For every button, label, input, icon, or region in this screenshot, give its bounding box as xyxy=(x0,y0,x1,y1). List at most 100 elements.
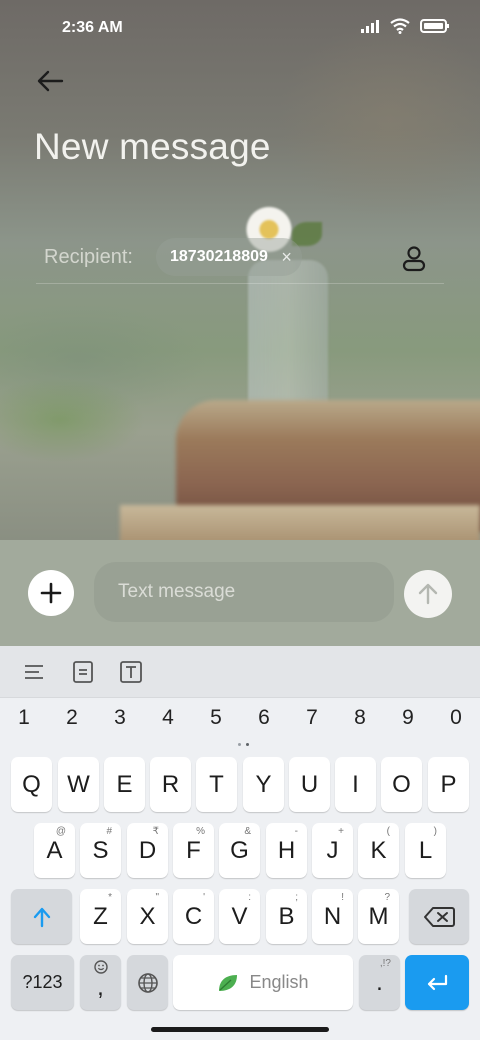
key-a[interactable]: @ A xyxy=(34,823,75,878)
key-h[interactable]: -H xyxy=(266,823,307,878)
key-m[interactable]: ? M xyxy=(358,889,399,944)
period-key-hint: ,!? xyxy=(379,958,391,969)
contact-picker-button[interactable] xyxy=(400,244,428,272)
key-x[interactable]: " X xyxy=(127,889,168,944)
text-box-icon xyxy=(120,661,142,683)
key-7[interactable]: 7 xyxy=(288,706,336,730)
key-z-label: Z xyxy=(93,902,108,930)
menu-lines-button[interactable] xyxy=(22,660,46,684)
add-attachment-button[interactable] xyxy=(28,570,74,616)
key-6[interactable]: 6 xyxy=(240,706,288,730)
key-n-hint: ! xyxy=(341,892,344,903)
key-g-label: G xyxy=(230,836,249,864)
wifi-icon xyxy=(390,18,410,34)
plus-icon xyxy=(40,582,62,604)
clipboard-icon xyxy=(73,661,93,683)
period-key[interactable]: ,!? . xyxy=(359,955,400,1010)
key-5[interactable]: 5 xyxy=(192,706,240,730)
key-c-hint: ' xyxy=(203,892,205,903)
key-b[interactable]: ; B xyxy=(266,889,307,944)
key-v[interactable]: :V xyxy=(219,889,260,944)
contact-picker-icon xyxy=(402,246,426,272)
back-button[interactable] xyxy=(34,64,68,98)
key-2[interactable]: 2 xyxy=(48,706,96,730)
symbols-key[interactable]: ?123 xyxy=(11,955,74,1010)
key-9[interactable]: 9 xyxy=(384,706,432,730)
leaf-logo-icon xyxy=(219,974,238,991)
period-label: . xyxy=(376,968,383,996)
page-dots xyxy=(238,743,249,746)
vase-shape xyxy=(248,260,328,420)
keyboard: 1 2 3 4 5 6 7 8 9 0 Q W E R T Y U I O P … xyxy=(0,646,480,1040)
remove-recipient-icon[interactable]: × xyxy=(281,238,292,276)
key-h-hint: - xyxy=(294,826,298,837)
key-e[interactable]: E xyxy=(104,757,145,812)
key-s-label: S xyxy=(92,836,109,864)
language-key[interactable] xyxy=(127,955,168,1010)
message-input[interactable] xyxy=(94,562,394,622)
text-box-button[interactable] xyxy=(119,660,143,684)
status-time: 2:36 AM xyxy=(62,19,123,36)
key-l[interactable]: ) L xyxy=(405,823,446,878)
enter-icon xyxy=(427,974,448,990)
key-0[interactable]: 0 xyxy=(432,706,480,730)
key-f[interactable]: % F xyxy=(173,823,214,878)
key-4[interactable]: 4 xyxy=(144,706,192,730)
shift-arrow-icon xyxy=(33,907,50,927)
key-o[interactable]: O xyxy=(381,757,422,812)
key-g[interactable]: & G xyxy=(219,823,260,878)
key-x-hint: " xyxy=(155,892,159,903)
key-b-label: B xyxy=(278,902,295,930)
keyboard-toolbar xyxy=(0,646,480,698)
recipient-chip[interactable]: 18730218809 × xyxy=(156,238,302,276)
globe-icon xyxy=(137,972,158,993)
key-c-label: C xyxy=(184,902,203,930)
key-y[interactable]: Y xyxy=(243,757,284,812)
key-n[interactable]: ! N xyxy=(312,889,353,944)
key-f-label: F xyxy=(186,836,201,864)
key-c[interactable]: ' C xyxy=(173,889,214,944)
clipboard-button[interactable] xyxy=(71,660,95,684)
key-a-label: A xyxy=(46,836,63,864)
compose-bar xyxy=(0,540,480,646)
recipient-label: Recipient: xyxy=(44,246,133,268)
key-8[interactable]: 8 xyxy=(336,706,384,730)
shift-key[interactable] xyxy=(11,889,72,944)
key-1[interactable]: 1 xyxy=(0,706,48,730)
space-key[interactable]: English xyxy=(173,955,353,1010)
key-u[interactable]: U xyxy=(289,757,330,812)
key-p[interactable]: P xyxy=(428,757,469,812)
backspace-icon xyxy=(424,906,455,927)
key-r[interactable]: R xyxy=(150,757,191,812)
key-l-label: L xyxy=(418,836,433,864)
status-bar: 2:36 AM xyxy=(0,0,480,56)
key-s[interactable]: # S xyxy=(80,823,121,878)
emoji-comma-key[interactable]: , xyxy=(80,955,121,1010)
key-b-hint: ; xyxy=(295,892,298,903)
key-3[interactable]: 3 xyxy=(96,706,144,730)
key-d-label: D xyxy=(138,836,157,864)
key-k[interactable]: (K xyxy=(358,823,399,878)
recipient-chip-number: 18730218809 xyxy=(170,248,268,265)
key-i[interactable]: I xyxy=(335,757,376,812)
comma-label: , xyxy=(97,973,104,1001)
key-n-label: N xyxy=(323,902,342,930)
home-indicator[interactable] xyxy=(151,1027,329,1032)
backspace-key[interactable] xyxy=(409,889,469,944)
key-v-label: V xyxy=(231,902,248,930)
battery-icon xyxy=(420,19,449,33)
key-k-hint: ( xyxy=(386,826,390,837)
key-q[interactable]: Q xyxy=(11,757,52,812)
key-z-hint: * xyxy=(108,892,112,903)
key-m-hint: ? xyxy=(384,892,390,903)
back-arrow-icon xyxy=(37,70,64,92)
key-k-label: K xyxy=(370,836,387,864)
send-button[interactable] xyxy=(404,570,452,618)
key-t[interactable]: T xyxy=(196,757,237,812)
key-z[interactable]: * Z xyxy=(80,889,121,944)
key-j[interactable]: + J xyxy=(312,823,353,878)
enter-key[interactable] xyxy=(405,955,469,1010)
key-d[interactable]: ₹ D xyxy=(127,823,168,878)
key-a-hint: @ xyxy=(55,826,66,837)
key-w[interactable]: W xyxy=(58,757,99,812)
